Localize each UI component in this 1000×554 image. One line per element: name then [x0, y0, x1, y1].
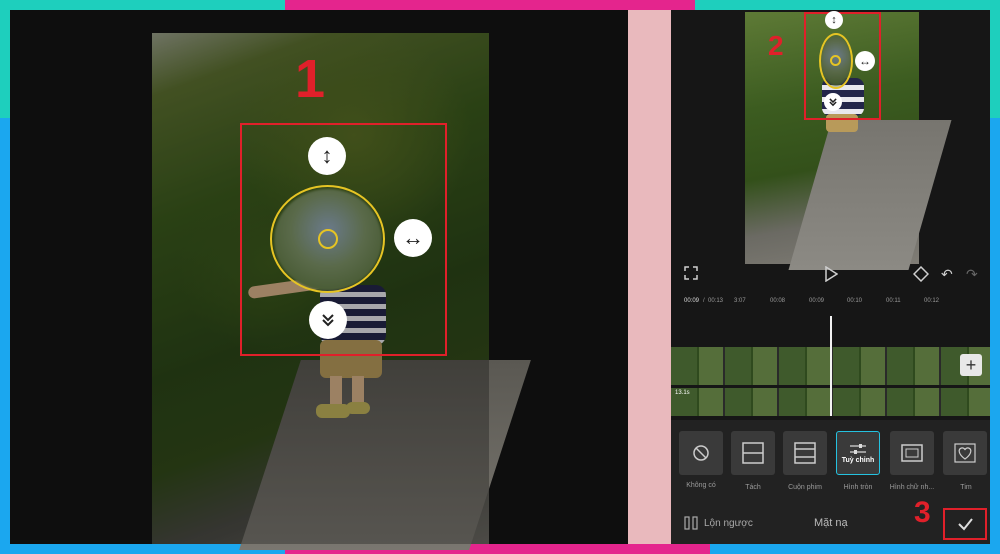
time-tick: 00:10 — [847, 298, 863, 304]
fullscreen-icon[interactable] — [684, 266, 698, 283]
mask-option-label: Hình tròn — [843, 484, 873, 491]
mask-panel-title: Mặt nạ — [814, 517, 848, 529]
invert-glyph — [684, 516, 698, 530]
add-clip-button[interactable]: + — [960, 354, 982, 376]
mask-option-circle[interactable]: Tuỳ chỉnh — [836, 431, 880, 475]
mask-option-none[interactable] — [679, 431, 723, 475]
time-tick: 00:12 — [924, 298, 940, 304]
mask-option-label: Tim — [960, 484, 972, 491]
frame-top-right — [695, 0, 1000, 10]
mask-option-filmstrip[interactable] — [783, 431, 827, 475]
mask-option-split[interactable] — [731, 431, 775, 475]
customize-label: Tuỳ chỉnh — [841, 456, 875, 464]
frame-top-left — [0, 0, 285, 10]
undo-icon[interactable]: ↶ — [941, 266, 953, 283]
total-time: 00:13 — [708, 298, 724, 304]
callout-number-3: 3 — [914, 496, 931, 529]
double-chevron-down-icon — [322, 314, 334, 327]
frame-side-right — [990, 10, 1000, 118]
time-separator: / — [703, 298, 705, 304]
preview-mask-center[interactable] — [830, 55, 841, 66]
preview-double-chevron-icon — [829, 98, 837, 107]
mask-option-heart[interactable] — [943, 431, 987, 475]
rectangle-icon — [901, 444, 923, 462]
mask-option-rectangle[interactable] — [890, 431, 934, 475]
preview-feather-icon[interactable] — [824, 93, 842, 111]
playhead[interactable] — [830, 316, 832, 416]
time-tick: 00:11 — [886, 298, 901, 304]
keyframe-icon[interactable] — [912, 265, 930, 285]
invert-button[interactable]: Lộn ngược — [704, 518, 753, 529]
mask-center-handle[interactable] — [318, 229, 338, 249]
frame-top-center — [285, 0, 695, 10]
time-tick: 3:07 — [734, 298, 746, 304]
clip-duration: 13.1s — [675, 390, 690, 396]
play-glyph — [825, 265, 839, 283]
prohibited-icon — [693, 445, 709, 461]
mask-option-label: Không có — [686, 482, 716, 489]
preview-horizontal-resize-icon[interactable]: ↔ — [855, 51, 875, 71]
time-tick: 00:09 — [809, 298, 825, 304]
invert-icon[interactable] — [684, 516, 698, 535]
panel-separator — [628, 10, 671, 544]
callout-number-1: 1 — [295, 49, 326, 109]
checkmark-icon — [958, 518, 973, 531]
heart-icon — [954, 443, 976, 463]
mask-option-label: Hình chữ nh... — [889, 484, 935, 491]
horizontal-resize-icon[interactable]: ↔ — [394, 219, 432, 257]
split-icon — [742, 442, 764, 464]
adjust-sliders-icon — [850, 443, 866, 454]
feather-chevron-icon[interactable] — [309, 301, 347, 339]
fullscreen-glyph — [684, 266, 698, 280]
callout-number-2: 2 — [768, 30, 784, 61]
frame-side-left — [0, 10, 10, 118]
time-tick: 00:08 — [770, 298, 786, 304]
redo-icon[interactable]: ↷ — [966, 266, 978, 283]
vertical-resize-icon[interactable]: ↕ — [308, 137, 346, 175]
play-icon[interactable] — [824, 265, 839, 285]
mask-option-label: Tách — [745, 484, 761, 491]
filmstrip-icon — [794, 442, 816, 464]
confirm-button[interactable] — [943, 508, 987, 540]
preview-vertical-resize-icon[interactable]: ↕ — [825, 11, 843, 29]
current-time: 00:09 — [684, 298, 700, 304]
mask-option-label: Cuộn phim — [788, 484, 822, 491]
keyframe-glyph — [912, 265, 930, 283]
